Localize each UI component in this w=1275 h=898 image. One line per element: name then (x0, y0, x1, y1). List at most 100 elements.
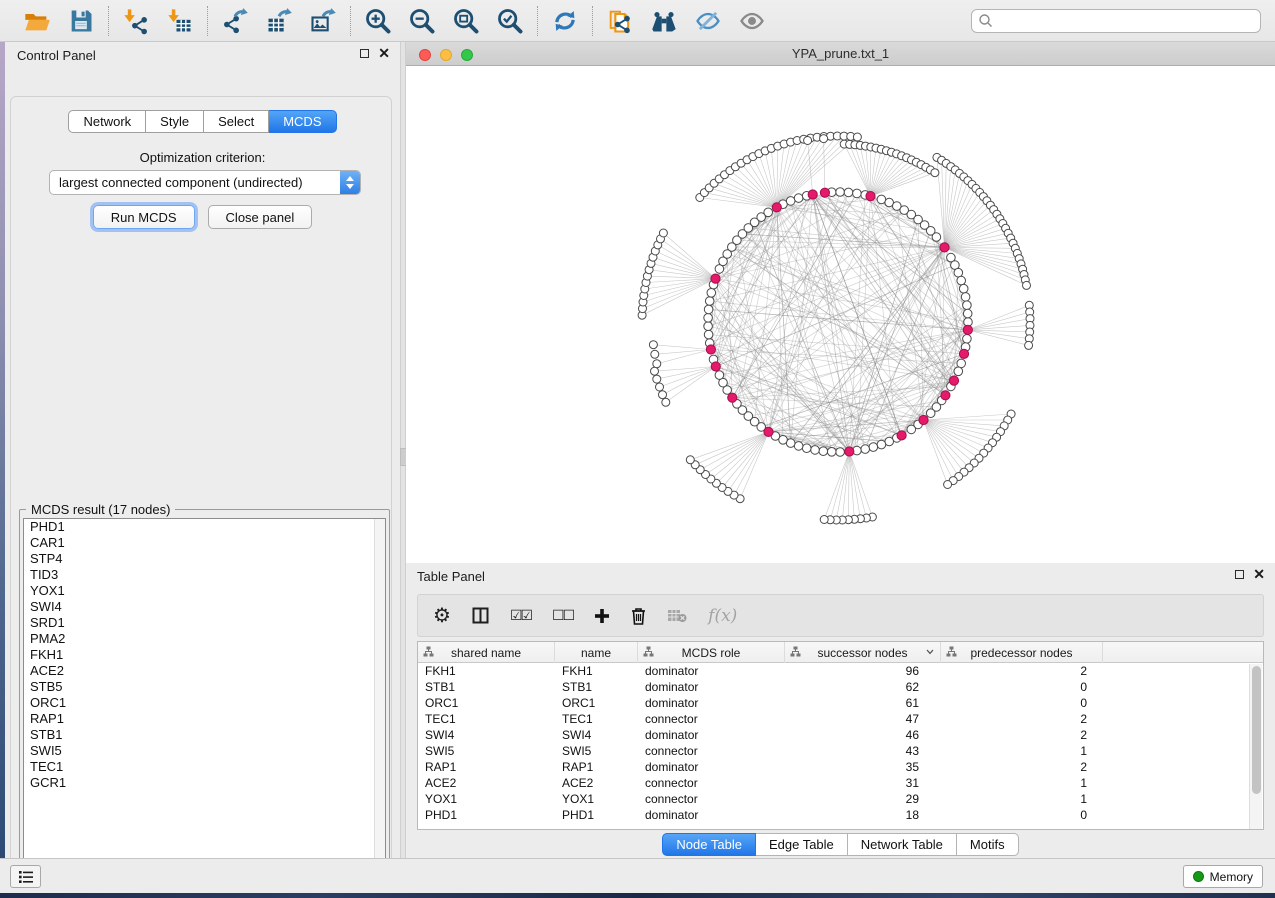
network-canvas[interactable] (406, 66, 1275, 563)
network-node[interactable] (963, 335, 972, 344)
table-row[interactable]: YOX1YOX1connector291 (418, 791, 1250, 807)
dominator-node[interactable] (866, 192, 875, 201)
search-input[interactable] (994, 12, 1260, 30)
columns-icon[interactable] (472, 603, 489, 629)
network-node[interactable] (705, 297, 714, 306)
network-node[interactable] (786, 197, 795, 206)
table-row[interactable]: FKH1FKH1dominator962 (418, 663, 1250, 679)
network-node[interactable] (961, 293, 970, 302)
network-node[interactable] (704, 322, 713, 331)
mcds-result-item[interactable]: RAP1 (24, 711, 385, 727)
zoom-fit-icon[interactable] (450, 5, 482, 37)
network-node[interactable] (715, 371, 724, 380)
dominator-node[interactable] (940, 243, 949, 252)
float-table-panel-icon[interactable] (1235, 570, 1244, 579)
close-panel-button[interactable]: Close panel (208, 205, 313, 229)
delete-icon[interactable] (631, 603, 646, 629)
memory-button[interactable]: Memory (1183, 865, 1263, 888)
column-header-successor-nodes[interactable]: successor nodes (785, 642, 941, 663)
mcds-result-item[interactable]: TEC1 (24, 759, 385, 775)
dominator-node[interactable] (772, 203, 781, 212)
table-scrollbar[interactable] (1249, 664, 1262, 829)
show-details-icon[interactable] (736, 5, 768, 37)
tab-edge-table[interactable]: Edge Table (756, 833, 848, 856)
network-node[interactable] (811, 446, 820, 455)
network-node[interactable] (653, 375, 661, 383)
network-node[interactable] (926, 409, 935, 418)
network-node[interactable] (651, 350, 659, 358)
tab-motifs[interactable]: Motifs (957, 833, 1019, 856)
network-node[interactable] (1025, 341, 1033, 349)
network-node[interactable] (656, 383, 664, 391)
tab-network[interactable]: Network (68, 110, 146, 133)
float-panel-icon[interactable] (360, 49, 369, 58)
dominator-node[interactable] (963, 325, 972, 334)
table-row[interactable]: RAP1RAP1dominator352 (418, 759, 1250, 775)
network-window-titlebar[interactable]: YPA_prune.txt_1 (406, 42, 1275, 66)
import-network-icon[interactable] (120, 5, 152, 37)
mcds-result-list[interactable]: PHD1CAR1STP4TID3YOX1SWI4SRD1PMA2FKH1ACE2… (23, 518, 386, 876)
zoom-out-icon[interactable] (406, 5, 438, 37)
network-node[interactable] (653, 360, 661, 368)
open-session-icon[interactable] (21, 5, 53, 37)
network-node[interactable] (853, 189, 862, 198)
network-node[interactable] (869, 443, 878, 452)
mcds-result-item[interactable]: FKH1 (24, 647, 385, 663)
network-node[interactable] (651, 367, 659, 375)
column-header-name[interactable]: name (555, 642, 638, 663)
zoom-in-icon[interactable] (362, 5, 394, 37)
dominator-node[interactable] (711, 274, 720, 283)
network-node[interactable] (659, 229, 667, 237)
criterion-dropdown[interactable]: largest connected component (undirected) (49, 170, 361, 195)
network-node[interactable] (944, 481, 952, 489)
network-node[interactable] (877, 440, 886, 449)
search-box[interactable] (971, 9, 1261, 33)
network-node[interactable] (820, 135, 828, 143)
tab-mcds[interactable]: MCDS (269, 110, 336, 133)
network-node[interactable] (959, 284, 968, 293)
dominator-node[interactable] (706, 345, 715, 354)
dominator-node[interactable] (959, 349, 968, 358)
network-node[interactable] (704, 330, 713, 339)
refresh-icon[interactable] (549, 5, 581, 37)
tab-node-table[interactable]: Node Table (662, 833, 756, 856)
mcds-result-item[interactable]: SWI5 (24, 743, 385, 759)
mcds-result-item[interactable]: YOX1 (24, 583, 385, 599)
network-node[interactable] (963, 301, 972, 310)
add-icon[interactable] (594, 603, 610, 629)
close-panel-icon[interactable]: ✕ (378, 48, 390, 59)
network-node[interactable] (931, 169, 939, 177)
network-node[interactable] (836, 188, 845, 197)
result-list-scrollbar[interactable] (374, 519, 385, 875)
table-row[interactable]: TEC1TEC1connector472 (418, 711, 1250, 727)
dominator-node[interactable] (919, 415, 928, 424)
network-node[interactable] (861, 445, 870, 454)
hide-details-icon[interactable] (692, 5, 724, 37)
network-node[interactable] (963, 309, 972, 318)
mcds-result-item[interactable]: ACE2 (24, 663, 385, 679)
tab-network-table[interactable]: Network Table (848, 833, 957, 856)
dominator-node[interactable] (711, 362, 720, 371)
mcds-result-item[interactable]: STB5 (24, 679, 385, 695)
save-session-icon[interactable] (65, 5, 97, 37)
dominator-node[interactable] (941, 391, 950, 400)
dominator-node[interactable] (949, 376, 958, 385)
table-scrollbar-thumb[interactable] (1252, 666, 1261, 794)
select-all-icon[interactable]: ☑☑ (510, 603, 531, 629)
network-node[interactable] (932, 233, 941, 242)
deselect-all-icon[interactable]: ☐☐ (552, 603, 573, 629)
network-node[interactable] (853, 133, 861, 141)
network-node[interactable] (649, 341, 657, 349)
search-binoculars-icon[interactable] (648, 5, 680, 37)
dominator-node[interactable] (845, 447, 854, 456)
zoom-selected-icon[interactable] (494, 5, 526, 37)
network-node[interactable] (704, 305, 713, 314)
table-row[interactable]: ACE2ACE2connector311 (418, 775, 1250, 791)
import-table-icon[interactable] (164, 5, 196, 37)
table-row[interactable]: SWI4SWI4dominator462 (418, 727, 1250, 743)
gear-icon[interactable]: ⚙ (433, 603, 451, 629)
network-node[interactable] (704, 314, 713, 323)
network-node[interactable] (820, 516, 828, 524)
dominator-node[interactable] (820, 188, 829, 197)
network-node[interactable] (662, 398, 670, 406)
